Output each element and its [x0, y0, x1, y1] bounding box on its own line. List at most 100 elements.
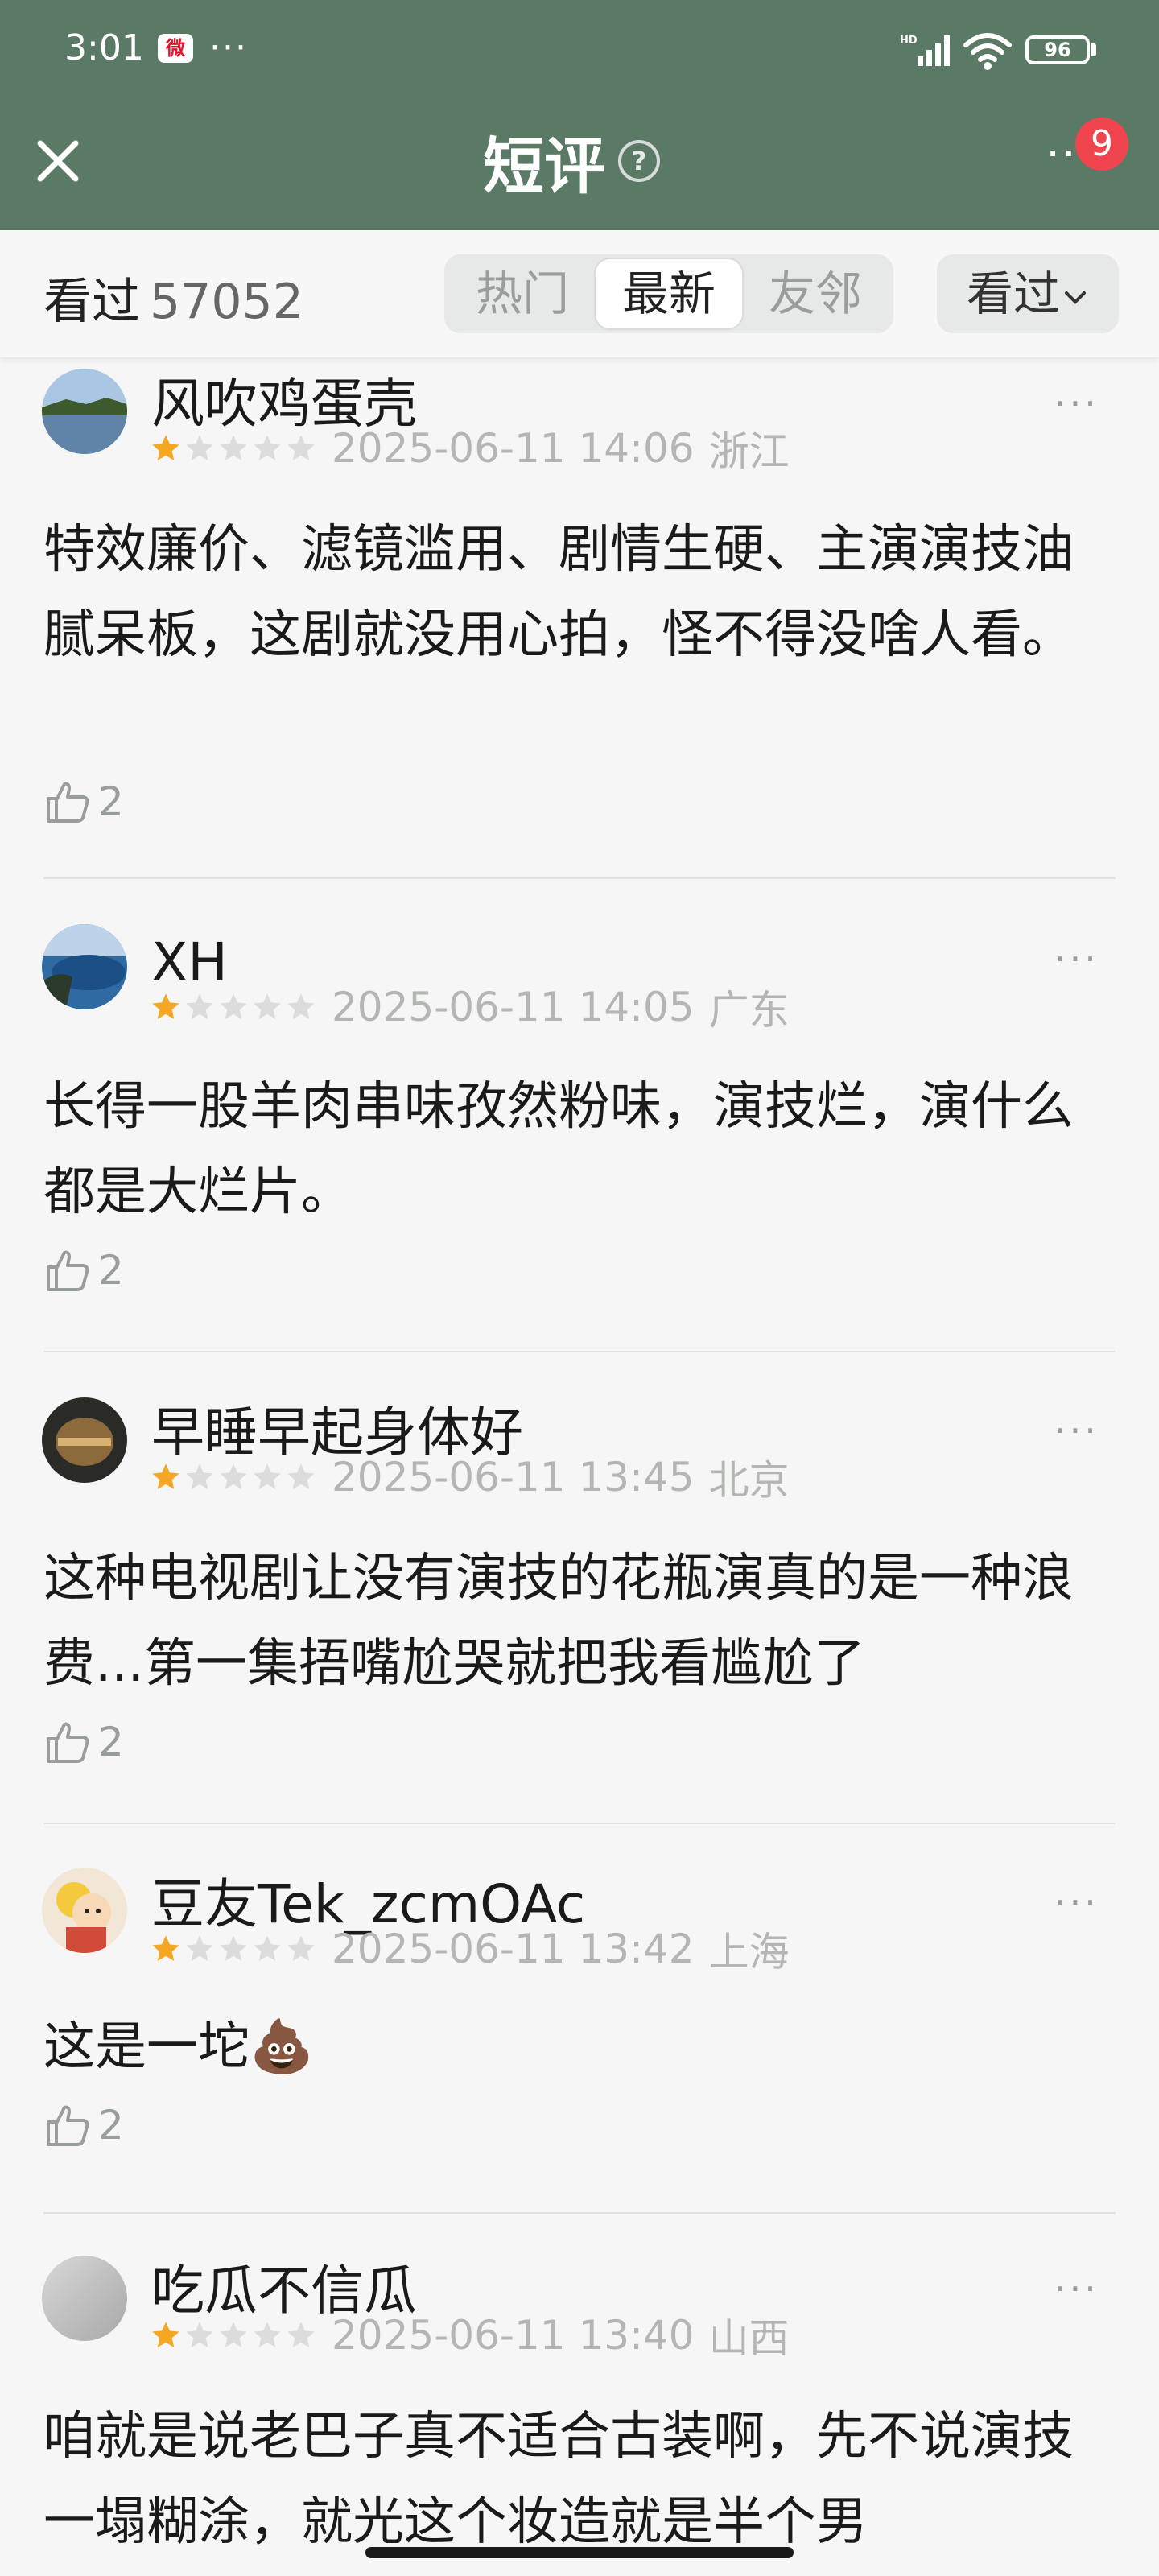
battery-icon: 96	[1025, 35, 1090, 64]
divider	[43, 877, 1116, 879]
seen-count-label: 看过 57052	[43, 262, 303, 332]
comment-datetime: 2025-06-11 14:05	[332, 984, 695, 1030]
comment-text: 咱就是说老巴子真不适合古装啊，先不说演技一塌糊涂，就光这个妆造就是半个男	[43, 2407, 1074, 2552]
like-count: 2	[98, 1719, 124, 1765]
rating-stars	[150, 1461, 317, 1493]
seen-filter-label: 看过	[966, 266, 1060, 321]
star-empty-icon	[186, 2322, 213, 2347]
comment-meta: 2025-06-11 13:40 山西	[150, 2312, 790, 2362]
battery-level: 96	[1044, 39, 1071, 61]
star-empty-icon	[220, 1463, 247, 1489]
avatar-lake-image	[42, 369, 127, 454]
avatar[interactable]	[42, 2256, 127, 2341]
star-empty-icon	[254, 435, 281, 460]
comment-datetime: 2025-06-11 13:42	[332, 1926, 695, 1972]
thumbs-up-icon	[47, 1250, 89, 1291]
avatar[interactable]	[42, 924, 127, 1009]
star-filled-icon	[152, 2322, 179, 2347]
avatar-gray-image	[42, 2256, 127, 2341]
like-count: 2	[98, 1247, 124, 1294]
battery-tip	[1091, 43, 1096, 56]
filter-bar: 看过 57052 热门 最新 友邻 看过	[0, 230, 1159, 357]
avatar[interactable]	[42, 1397, 127, 1483]
username[interactable]: XH	[151, 931, 228, 995]
page-title: 短评	[483, 130, 605, 202]
header-title-group: 短评 ?	[483, 121, 660, 202]
tab-friends[interactable]: 友邻	[742, 259, 889, 328]
avatar[interactable]	[42, 369, 127, 454]
star-filled-icon	[152, 1935, 179, 1961]
comment-more-button[interactable]: ···	[1054, 1880, 1099, 1924]
star-empty-icon	[287, 435, 315, 460]
star-empty-icon	[186, 1935, 213, 1961]
comment-text: 特效廉价、滤镜滥用、剧情生硬、主演演技油腻呆板，这剧就没用心拍，怪不得没啥人看。	[43, 520, 1074, 665]
rating-stars	[150, 2319, 317, 2351]
rating-stars	[150, 1933, 317, 1965]
star-filled-icon	[152, 435, 179, 460]
wifi-icon	[963, 33, 1012, 70]
star-empty-icon	[220, 2322, 247, 2347]
status-time: 3:01	[64, 27, 144, 68]
comment-more-button[interactable]: ···	[1054, 382, 1099, 425]
star-empty-icon	[287, 2322, 315, 2347]
star-empty-icon	[254, 993, 281, 1019]
like-count: 2	[98, 2102, 124, 2149]
comment-datetime: 2025-06-11 13:45	[332, 1454, 695, 1501]
star-empty-icon	[287, 1463, 315, 1489]
star-empty-icon	[287, 1935, 315, 1961]
avatar-cartoon-image	[42, 1868, 127, 1953]
comment-meta: 2025-06-11 13:42 上海	[150, 1926, 790, 1975]
star-empty-icon	[186, 993, 213, 1019]
seen-label-text: 看过	[43, 274, 140, 330]
like-button[interactable]: 2	[43, 1718, 124, 1766]
sort-tabs: 热门 最新 友邻	[444, 254, 893, 333]
tab-latest[interactable]: 最新	[596, 259, 742, 328]
comment-text: 长得一股羊肉串味孜然粉味，演技烂，演什么都是大烂片。	[43, 1077, 1074, 1222]
star-empty-icon	[254, 1935, 281, 1961]
rating-stars	[150, 991, 317, 1023]
comment-datetime: 2025-06-11 14:06	[332, 425, 695, 472]
comment-meta: 2025-06-11 13:45 北京	[150, 1454, 790, 1504]
divider	[43, 1823, 1116, 1824]
close-button[interactable]	[26, 129, 90, 193]
avatar-ocean-image	[42, 924, 127, 1009]
avatar[interactable]	[42, 1868, 127, 1953]
thumbs-up-icon	[47, 782, 89, 823]
comment-location: 北京	[708, 1457, 790, 1504]
help-icon[interactable]: ?	[618, 140, 660, 182]
close-icon	[37, 140, 79, 182]
signal-icon: HD	[900, 35, 950, 66]
comment-location: 上海	[708, 1929, 790, 1975]
star-empty-icon	[220, 435, 247, 460]
top-bar: 3:01 微 ··· HD 96 短评 ? ·· 9	[0, 0, 1159, 230]
comment-meta: 2025-06-11 14:05 广东	[150, 984, 790, 1034]
weibo-icon: 微	[158, 34, 193, 63]
comment-meta: 2025-06-11 14:06 浙江	[150, 425, 790, 475]
like-button[interactable]: 2	[43, 2101, 124, 2149]
like-button[interactable]: 2	[43, 778, 124, 826]
notification-badge[interactable]: 9	[1075, 118, 1128, 171]
star-empty-icon	[186, 1463, 213, 1489]
thumbs-up-icon	[47, 1722, 89, 1763]
rating-stars	[150, 432, 317, 464]
avatar-tunnel-image	[42, 1397, 127, 1483]
thumbs-up-icon	[47, 2105, 89, 2146]
tab-hot[interactable]: 热门	[449, 259, 596, 328]
like-count: 2	[98, 778, 124, 825]
home-indicator[interactable]	[365, 2547, 794, 2558]
star-empty-icon	[254, 1463, 281, 1489]
star-empty-icon	[254, 2322, 281, 2347]
status-more-dots: ···	[209, 27, 248, 68]
comment-more-button[interactable]: ···	[1054, 1409, 1099, 1452]
comment-location: 广东	[708, 987, 790, 1034]
star-empty-icon	[287, 993, 315, 1019]
comment-text: 这种电视剧让没有演技的花瓶演真的是一种浪费...第一集捂嘴尬哭就把我看尴尬了	[43, 1549, 1074, 1694]
comment-more-button[interactable]: ···	[1054, 2267, 1099, 2310]
comment-location: 浙江	[708, 428, 790, 475]
comment-more-button[interactable]: ···	[1054, 937, 1099, 980]
comment-text: 这是一坨💩	[43, 2017, 314, 2077]
svg-text:HD: HD	[900, 35, 918, 47]
comment-datetime: 2025-06-11 13:40	[332, 2312, 695, 2359]
like-button[interactable]: 2	[43, 1246, 124, 1294]
seen-filter-dropdown[interactable]: 看过	[937, 254, 1119, 333]
